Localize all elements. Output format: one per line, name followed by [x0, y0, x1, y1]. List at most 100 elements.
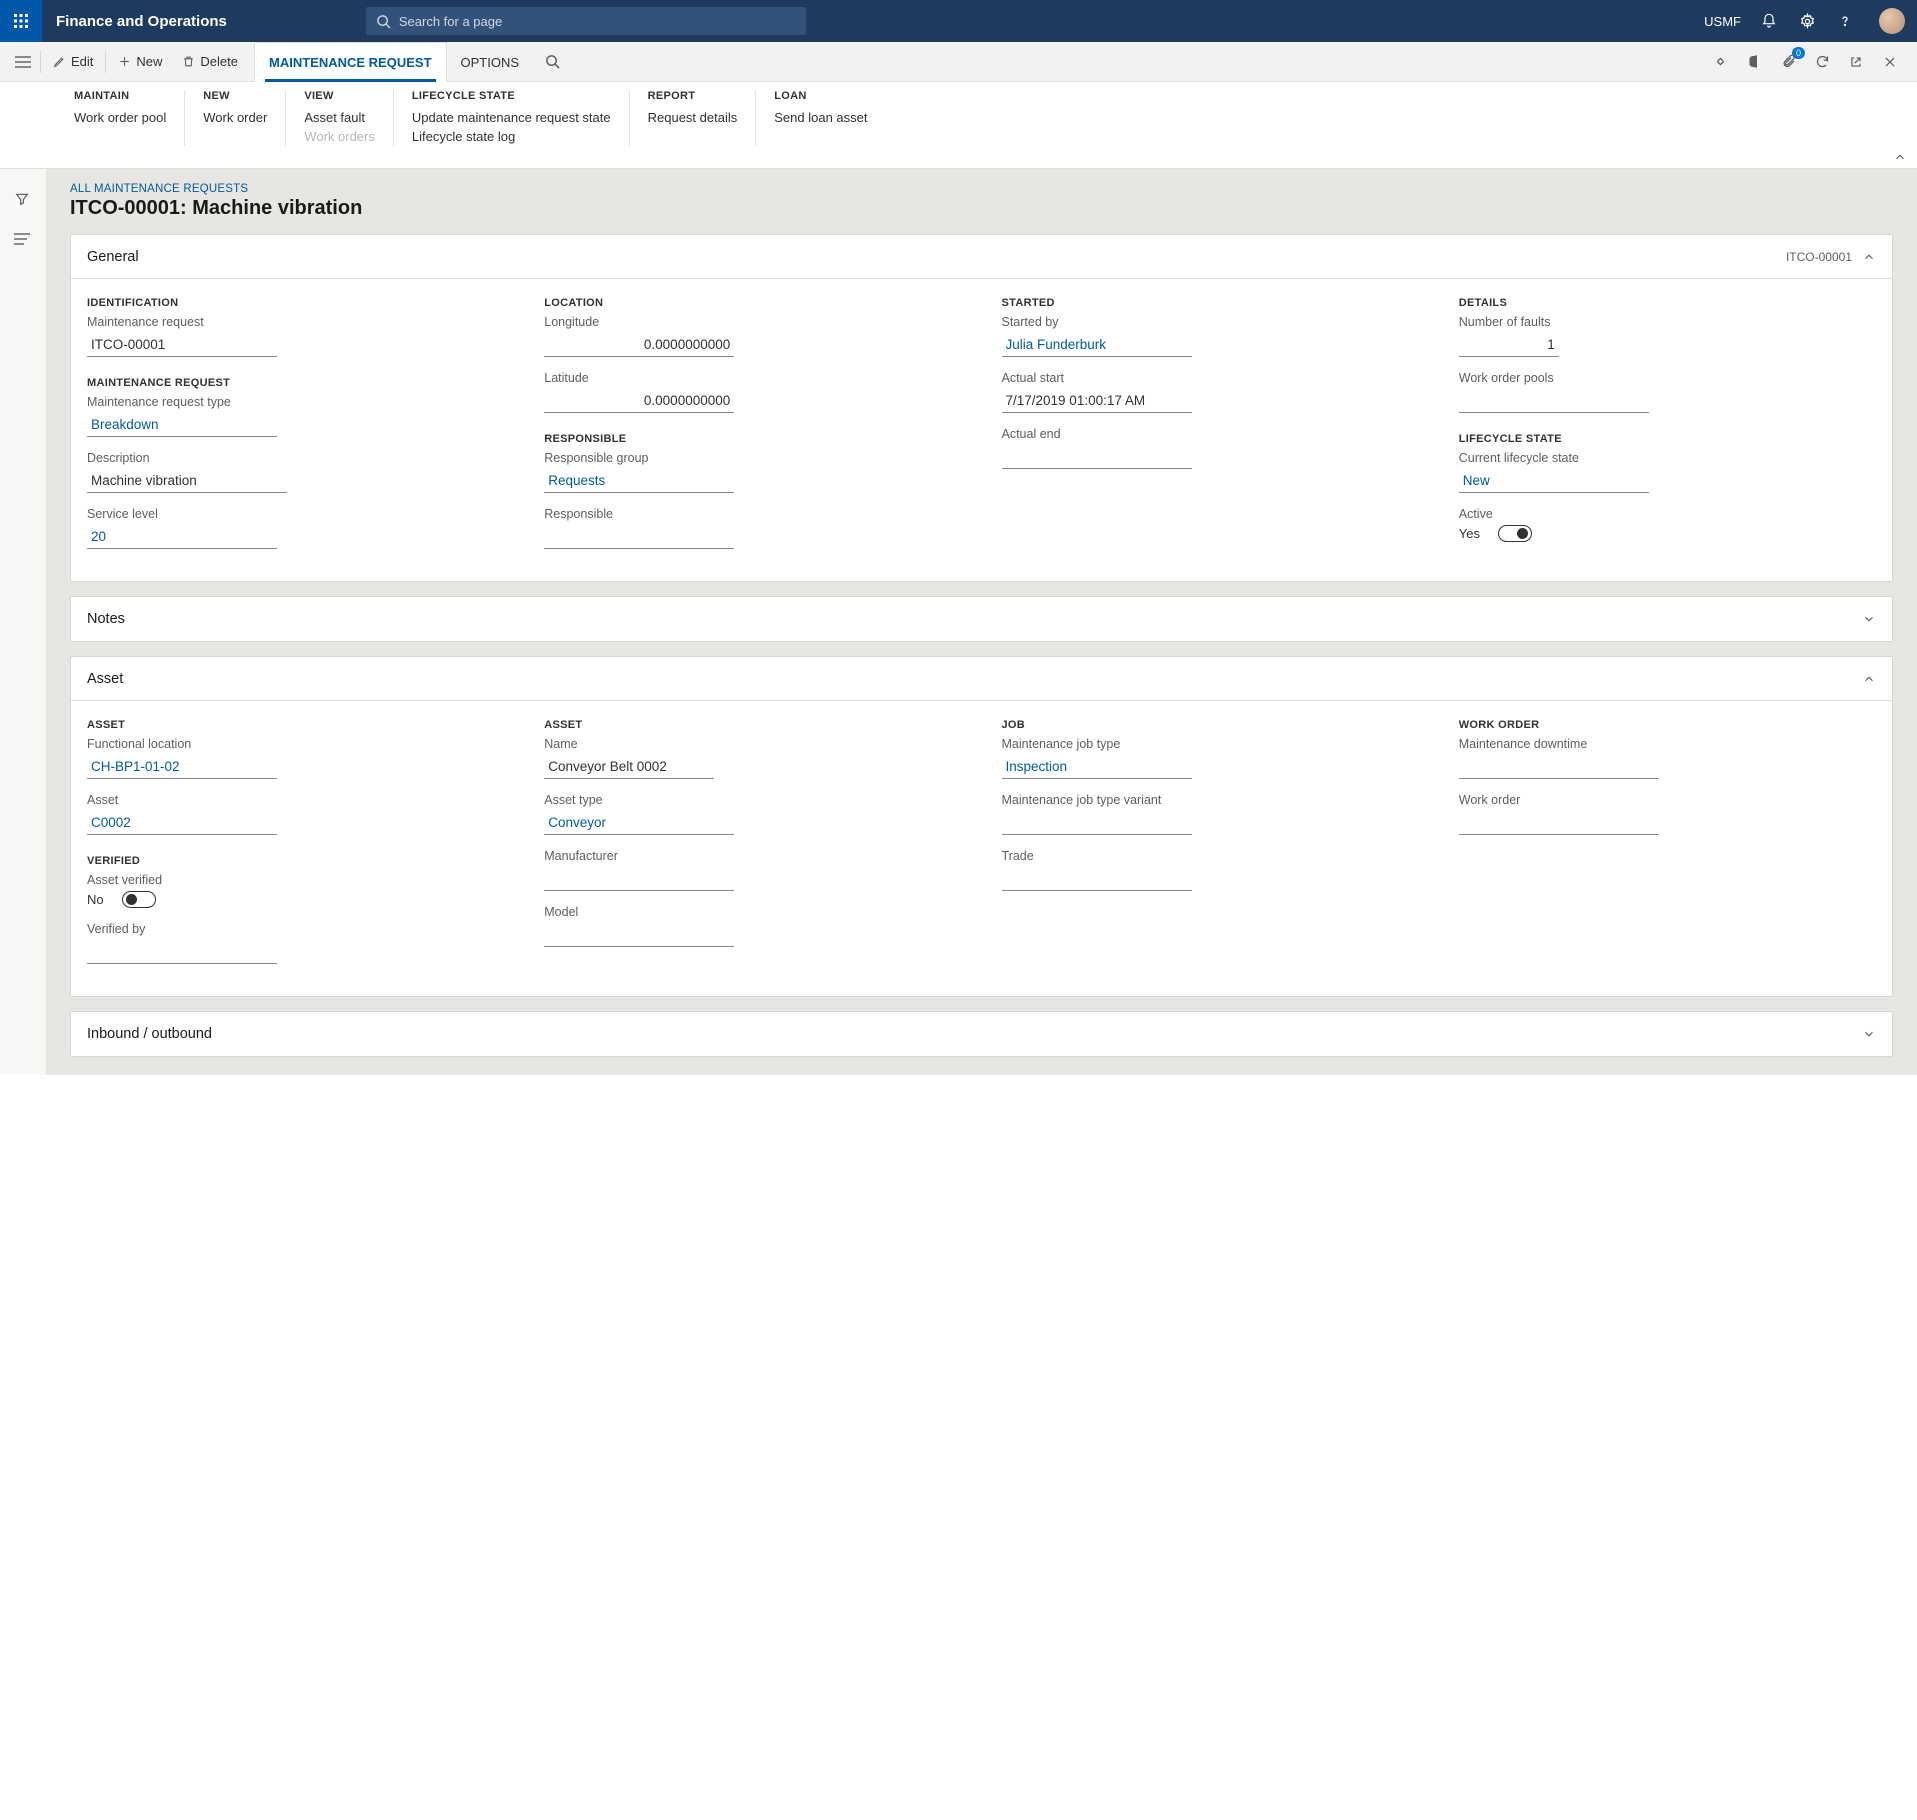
section-notes-header[interactable]: Notes: [71, 597, 1892, 641]
ribbon-group-new: NEW Work order: [184, 90, 285, 146]
verified-by-field[interactable]: [87, 940, 277, 964]
notifications-button[interactable]: [1759, 11, 1779, 31]
company-selector[interactable]: USMF: [1704, 14, 1741, 29]
ribbon-item-work-orders: Work orders: [304, 127, 375, 146]
general-tag: ITCO-00001: [1786, 250, 1852, 264]
edit-button[interactable]: Edit: [43, 48, 103, 75]
func-loc-field[interactable]: [87, 755, 277, 779]
pencil-icon: [53, 55, 66, 68]
ribbon-title-new: NEW: [203, 90, 267, 102]
ribbon-group-view: VIEW Asset fault Work orders: [285, 90, 393, 146]
asset-name-field[interactable]: [544, 755, 714, 779]
asset-type-field[interactable]: [544, 811, 734, 835]
tab-options[interactable]: OPTIONS: [447, 42, 534, 82]
model-field[interactable]: [544, 923, 734, 947]
office-button[interactable]: [1745, 53, 1763, 71]
personalize-button[interactable]: [1711, 53, 1729, 71]
pools-label: Work order pools: [1459, 371, 1876, 385]
search-input[interactable]: [399, 14, 796, 29]
gear-icon: [1799, 13, 1816, 30]
waffle-icon: [13, 13, 29, 29]
sect-started: STARTED: [1002, 297, 1419, 309]
search-icon: [376, 14, 391, 29]
hamburger-icon: [15, 56, 31, 68]
jobtype-label: Maintenance job type: [1002, 737, 1419, 751]
settings-button[interactable]: [1797, 11, 1817, 31]
actual-end-field[interactable]: [1002, 445, 1192, 469]
active-value: Yes: [1459, 526, 1480, 541]
ribbon: MAINTAIN Work order pool NEW Work order …: [0, 82, 1917, 169]
service-level-label: Service level: [87, 507, 504, 521]
popout-icon: [1849, 55, 1863, 69]
mfr-label: Manufacturer: [544, 849, 961, 863]
tab-search-button[interactable]: [533, 42, 572, 82]
pools-field[interactable]: [1459, 389, 1649, 413]
variant-field[interactable]: [1002, 811, 1192, 835]
trade-field[interactable]: [1002, 867, 1192, 891]
num-faults-field[interactable]: [1459, 333, 1559, 357]
section-inout-header[interactable]: Inbound / outbound: [71, 1012, 1892, 1056]
related-info-button[interactable]: [14, 233, 32, 251]
actual-start-field[interactable]: [1002, 389, 1192, 413]
attachments-button[interactable]: 0: [1779, 53, 1797, 71]
delete-button[interactable]: Delete: [172, 48, 248, 75]
nav-toggle[interactable]: [8, 56, 38, 68]
app-launcher-button[interactable]: [0, 0, 42, 42]
maint-req-field[interactable]: [87, 333, 277, 357]
tab-maintenance-request[interactable]: MAINTENANCE REQUEST: [254, 42, 447, 82]
search-container[interactable]: [366, 7, 806, 35]
chevron-up-icon: [1893, 150, 1907, 164]
section-general-header[interactable]: General ITCO-00001: [71, 235, 1892, 279]
maint-req-type-field[interactable]: [87, 413, 277, 437]
ribbon-item-work-order[interactable]: Work order: [203, 108, 267, 127]
cur-state-field[interactable]: [1459, 469, 1649, 493]
started-by-field[interactable]: [1002, 333, 1192, 357]
num-faults-label: Number of faults: [1459, 315, 1876, 329]
wo-field[interactable]: [1459, 811, 1659, 835]
new-button[interactable]: New: [108, 48, 172, 75]
ribbon-item-update-state[interactable]: Update maintenance request state: [412, 108, 611, 127]
filter-button[interactable]: [14, 191, 32, 209]
refresh-button[interactable]: [1813, 53, 1831, 71]
downtime-field[interactable]: [1459, 755, 1659, 779]
ribbon-item-state-log[interactable]: Lifecycle state log: [412, 127, 611, 146]
verified-by-label: Verified by: [87, 922, 504, 936]
ribbon-title-view: VIEW: [304, 90, 375, 102]
section-notes: Notes: [70, 596, 1893, 642]
ribbon-item-request-details[interactable]: Request details: [648, 108, 738, 127]
responsible-field[interactable]: [544, 525, 734, 549]
variant-label: Maintenance job type variant: [1002, 793, 1419, 807]
description-label: Description: [87, 451, 504, 465]
jobtype-field[interactable]: [1002, 755, 1192, 779]
breadcrumb[interactable]: ALL MAINTENANCE REQUESTS: [70, 183, 1909, 195]
section-asset: Asset ASSET Functional location Asset: [70, 656, 1893, 997]
question-icon: [1837, 13, 1853, 29]
lat-field[interactable]: [544, 389, 734, 413]
popout-button[interactable]: [1847, 53, 1865, 71]
sect-details: DETAILS: [1459, 297, 1876, 309]
sect-maint-request: MAINTENANCE REQUEST: [87, 377, 504, 389]
ribbon-collapse-button[interactable]: [1893, 150, 1907, 164]
help-button[interactable]: [1835, 11, 1855, 31]
responsible-label: Responsible: [544, 507, 961, 521]
description-field[interactable]: [87, 469, 287, 493]
asset-verified-value: No: [87, 892, 104, 907]
resp-group-field[interactable]: [544, 469, 734, 493]
ribbon-group-report: REPORT Request details: [629, 90, 756, 146]
asset-verified-toggle[interactable]: [122, 891, 156, 908]
trade-label: Trade: [1002, 849, 1419, 863]
ribbon-item-send-loan-asset[interactable]: Send loan asset: [774, 108, 867, 127]
mfr-field[interactable]: [544, 867, 734, 891]
section-asset-header[interactable]: Asset: [71, 657, 1892, 701]
active-toggle[interactable]: [1498, 525, 1532, 542]
close-button[interactable]: [1881, 53, 1899, 71]
user-avatar[interactable]: [1879, 8, 1905, 34]
trash-icon: [182, 55, 195, 68]
service-level-field[interactable]: [87, 525, 277, 549]
ribbon-item-asset-fault[interactable]: Asset fault: [304, 108, 375, 127]
asset-id-field[interactable]: [87, 811, 277, 835]
delete-label: Delete: [200, 54, 238, 69]
cur-state-label: Current lifecycle state: [1459, 451, 1876, 465]
ribbon-item-work-order-pool[interactable]: Work order pool: [74, 108, 166, 127]
lon-field[interactable]: [544, 333, 734, 357]
